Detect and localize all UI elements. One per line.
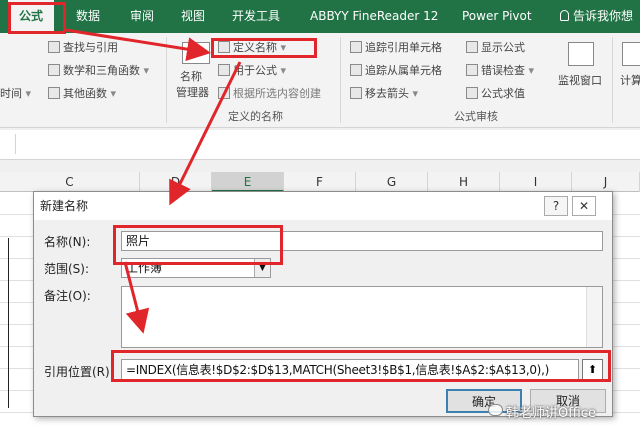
wechat-icon <box>488 404 503 416</box>
annotation-arrows <box>65 28 242 334</box>
arrow-tab-to-define-name <box>65 28 211 62</box>
watermark: 韩老师讲Office <box>488 400 628 422</box>
watermark-text: 韩老师讲Office <box>506 406 596 421</box>
arrow-define-name-to-dialog <box>169 61 242 206</box>
arrow-name-to-refers-to <box>123 261 150 334</box>
